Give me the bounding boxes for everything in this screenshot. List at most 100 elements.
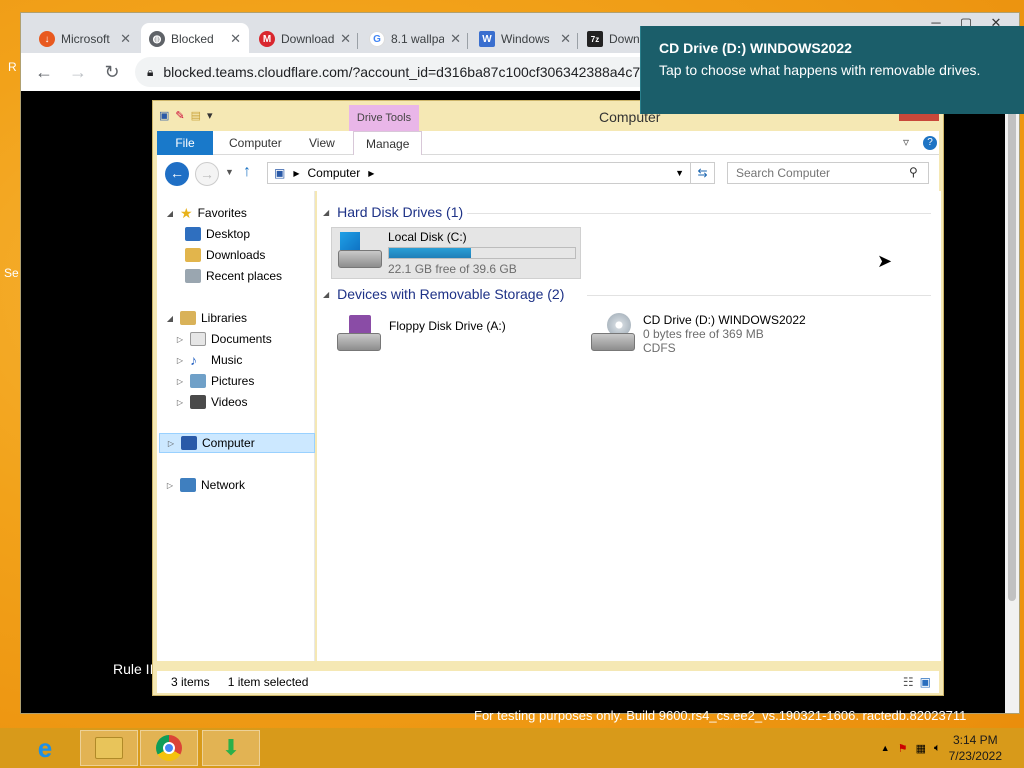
close-icon[interactable]: ✕ bbox=[560, 31, 571, 47]
details-view-icon[interactable]: ☷ bbox=[903, 675, 914, 689]
clock-time: 3:14 PM bbox=[952, 733, 998, 747]
forward-arrow-icon[interactable]: → bbox=[195, 162, 219, 186]
nav-network[interactable]: ▷ Network bbox=[165, 475, 245, 495]
file-explorer-button[interactable] bbox=[80, 730, 138, 766]
up-arrow-icon[interactable]: ↑ bbox=[243, 163, 251, 181]
breadcrumb-computer[interactable]: Computer bbox=[308, 166, 361, 180]
refresh-button[interactable]: ⇆ bbox=[691, 162, 715, 184]
computer-icon: ▣ bbox=[159, 110, 170, 122]
browser-tab[interactable]: G 8.1 wallpaper ✕ bbox=[361, 23, 469, 55]
nav-label: Network bbox=[201, 478, 246, 492]
tab-computer[interactable]: Computer bbox=[217, 131, 294, 155]
drive-name: CD Drive (D:) WINDOWS2022 bbox=[643, 313, 806, 327]
nav-videos[interactable]: ▷ Videos bbox=[175, 392, 247, 412]
content-pane: ◢ Hard Disk Drives (1) Local Disk (C:) 2… bbox=[317, 191, 941, 661]
installer-button[interactable]: ⬇ bbox=[202, 730, 260, 766]
nav-music[interactable]: ▷ ♪ Music bbox=[175, 350, 242, 370]
internet-explorer-button[interactable]: e bbox=[16, 730, 74, 766]
nav-computer[interactable]: ▷ Computer bbox=[159, 433, 315, 453]
expand-caret-icon[interactable]: ◢ bbox=[165, 209, 175, 218]
expand-caret-icon[interactable]: ▷ bbox=[175, 377, 185, 386]
browser-tab[interactable]: ↓ Microsoft ✕ bbox=[31, 23, 139, 55]
nav-label: Documents bbox=[211, 332, 272, 346]
tab-manage[interactable]: Manage bbox=[353, 131, 423, 155]
build-watermark: For testing purposes only. Build 9600.rs… bbox=[474, 708, 967, 723]
chevron-right-icon[interactable]: ▶ bbox=[368, 169, 374, 178]
clock[interactable]: 3:14 PM 7/23/2022 bbox=[949, 732, 1002, 764]
star-icon: ★ bbox=[180, 204, 193, 221]
expand-caret-icon[interactable]: ▷ bbox=[166, 439, 176, 448]
expand-caret-icon[interactable]: ▷ bbox=[175, 335, 185, 344]
drive-name: Floppy Disk Drive (A:) bbox=[389, 319, 506, 333]
chevron-down-icon[interactable]: ▼ bbox=[225, 167, 234, 177]
network-icon[interactable]: ▦ bbox=[916, 742, 926, 755]
chrome-button[interactable] bbox=[140, 730, 198, 766]
chrome-icon bbox=[156, 735, 182, 761]
forward-arrow-icon[interactable]: → bbox=[63, 57, 93, 87]
nav-favorites[interactable]: ◢ ★ Favorites bbox=[165, 203, 247, 223]
browser-tab-active[interactable]: ◍ Blocked ✕ bbox=[141, 23, 249, 55]
chevron-down-icon[interactable]: ▾ bbox=[207, 109, 213, 122]
page-scrollbar[interactable] bbox=[1005, 91, 1019, 713]
large-icons-view-icon[interactable]: ▣ bbox=[920, 675, 931, 689]
nav-label: Libraries bbox=[201, 311, 248, 325]
drive-tile-d[interactable]: CD Drive (D:) WINDOWS2022 0 bytes free o… bbox=[589, 313, 849, 363]
close-icon[interactable]: ✕ bbox=[120, 31, 131, 47]
capacity-bar bbox=[388, 247, 576, 259]
toast-title: CD Drive (D:) WINDOWS2022 bbox=[659, 40, 852, 56]
close-icon[interactable]: ✕ bbox=[450, 31, 461, 47]
new-folder-icon[interactable]: ▤ bbox=[191, 109, 201, 122]
expand-caret-icon[interactable]: ▷ bbox=[175, 398, 185, 407]
search-input[interactable] bbox=[727, 162, 929, 184]
chevron-down-icon[interactable]: ▿ bbox=[903, 135, 909, 149]
nav-downloads[interactable]: Downloads bbox=[185, 245, 265, 265]
drive-tile-a[interactable]: Floppy Disk Drive (A:) bbox=[335, 313, 555, 359]
chevron-right-icon[interactable]: ▶ bbox=[293, 169, 299, 178]
chevron-down-icon[interactable]: ▼ bbox=[675, 168, 684, 178]
browser-tab[interactable]: 7z Download bbox=[579, 23, 649, 55]
search-icon[interactable]: ⚲ bbox=[909, 165, 918, 179]
drive-name: Local Disk (C:) bbox=[388, 230, 467, 244]
computer-icon: ▣ bbox=[274, 166, 286, 180]
chevron-up-icon[interactable]: ▲ bbox=[881, 743, 890, 753]
nav-recent-places[interactable]: Recent places bbox=[185, 266, 282, 286]
tab-file[interactable]: File bbox=[157, 131, 213, 155]
address-breadcrumb[interactable]: ▣ ▶ Computer ▶ ▼ bbox=[267, 162, 691, 184]
drive-tile-c[interactable]: Local Disk (C:) 22.1 GB free of 39.6 GB bbox=[331, 227, 581, 279]
reload-icon[interactable]: ↻ bbox=[97, 57, 127, 87]
help-icon[interactable]: ? bbox=[923, 136, 937, 150]
mouse-cursor-icon: ➤ bbox=[877, 251, 893, 271]
nav-pictures[interactable]: ▷ Pictures bbox=[175, 371, 254, 391]
expand-caret-icon[interactable]: ◢ bbox=[165, 314, 175, 323]
pictures-icon bbox=[190, 374, 206, 388]
close-icon[interactable]: ✕ bbox=[230, 31, 241, 47]
scrollbar-thumb[interactable] bbox=[1008, 111, 1016, 601]
close-icon[interactable]: ✕ bbox=[340, 31, 351, 47]
autoplay-toast-notification[interactable]: CD Drive (D:) WINDOWS2022 Tap to choose … bbox=[640, 26, 1024, 114]
internet-explorer-icon: e bbox=[37, 732, 53, 763]
properties-icon[interactable]: ✎ bbox=[175, 109, 184, 122]
browser-tab[interactable]: M Download ✕ bbox=[251, 23, 359, 55]
nav-documents[interactable]: ▷ Documents bbox=[175, 329, 272, 349]
expand-caret-icon[interactable]: ▷ bbox=[165, 481, 175, 490]
group-header-removable[interactable]: ◢ Devices with Removable Storage (2) bbox=[323, 283, 564, 305]
browser-tab[interactable]: W Windows ✕ bbox=[471, 23, 579, 55]
tab-view[interactable]: View bbox=[297, 131, 347, 155]
expand-caret-icon[interactable]: ▷ bbox=[175, 356, 185, 365]
volume-muted-icon[interactable]: 🔈︎ bbox=[934, 742, 941, 755]
group-header-hard-disks[interactable]: ◢ Hard Disk Drives (1) bbox=[323, 201, 463, 223]
group-divider bbox=[587, 295, 931, 296]
back-arrow-icon[interactable]: ← bbox=[29, 57, 59, 87]
nav-desktop[interactable]: Desktop bbox=[185, 224, 250, 244]
item-count: 3 items bbox=[171, 675, 210, 689]
collapse-caret-icon[interactable]: ◢ bbox=[323, 208, 329, 217]
nav-label: Favorites bbox=[197, 206, 247, 220]
back-arrow-icon[interactable]: ← bbox=[165, 162, 189, 186]
drive-free-space: 22.1 GB free of 39.6 GB bbox=[388, 262, 517, 276]
nav-libraries[interactable]: ◢ Libraries bbox=[165, 308, 247, 328]
group-divider bbox=[467, 213, 931, 214]
collapse-caret-icon[interactable]: ◢ bbox=[323, 290, 329, 299]
action-center-icon[interactable]: ⚑ bbox=[898, 742, 908, 755]
group-title: Hard Disk Drives (1) bbox=[337, 204, 464, 220]
nav-label: Pictures bbox=[211, 374, 255, 388]
